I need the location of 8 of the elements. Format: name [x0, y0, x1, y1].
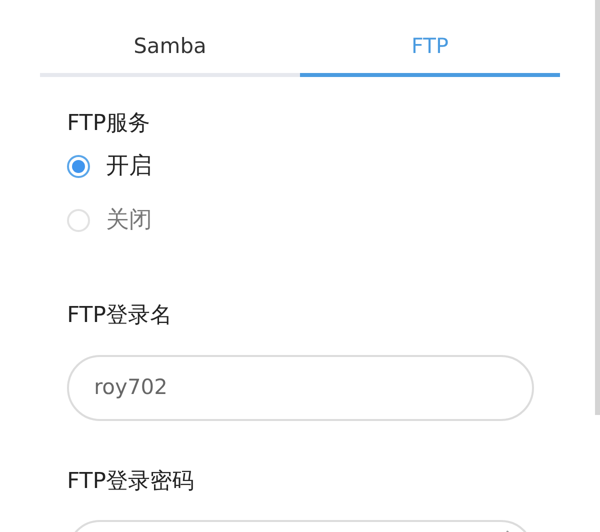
radio-option[interactable]: 开启 [67, 139, 533, 193]
section-label: FTP服务 [67, 110, 151, 138]
tab[interactable]: FTP [300, 20, 560, 77]
field-label: FTP登录名 [67, 302, 173, 330]
input-field[interactable]: roy702 [67, 355, 534, 421]
tab[interactable]: Samba [40, 20, 300, 77]
radio-option[interactable]: 关闭 [67, 193, 533, 247]
field-label: FTP登录密码 [67, 468, 195, 496]
